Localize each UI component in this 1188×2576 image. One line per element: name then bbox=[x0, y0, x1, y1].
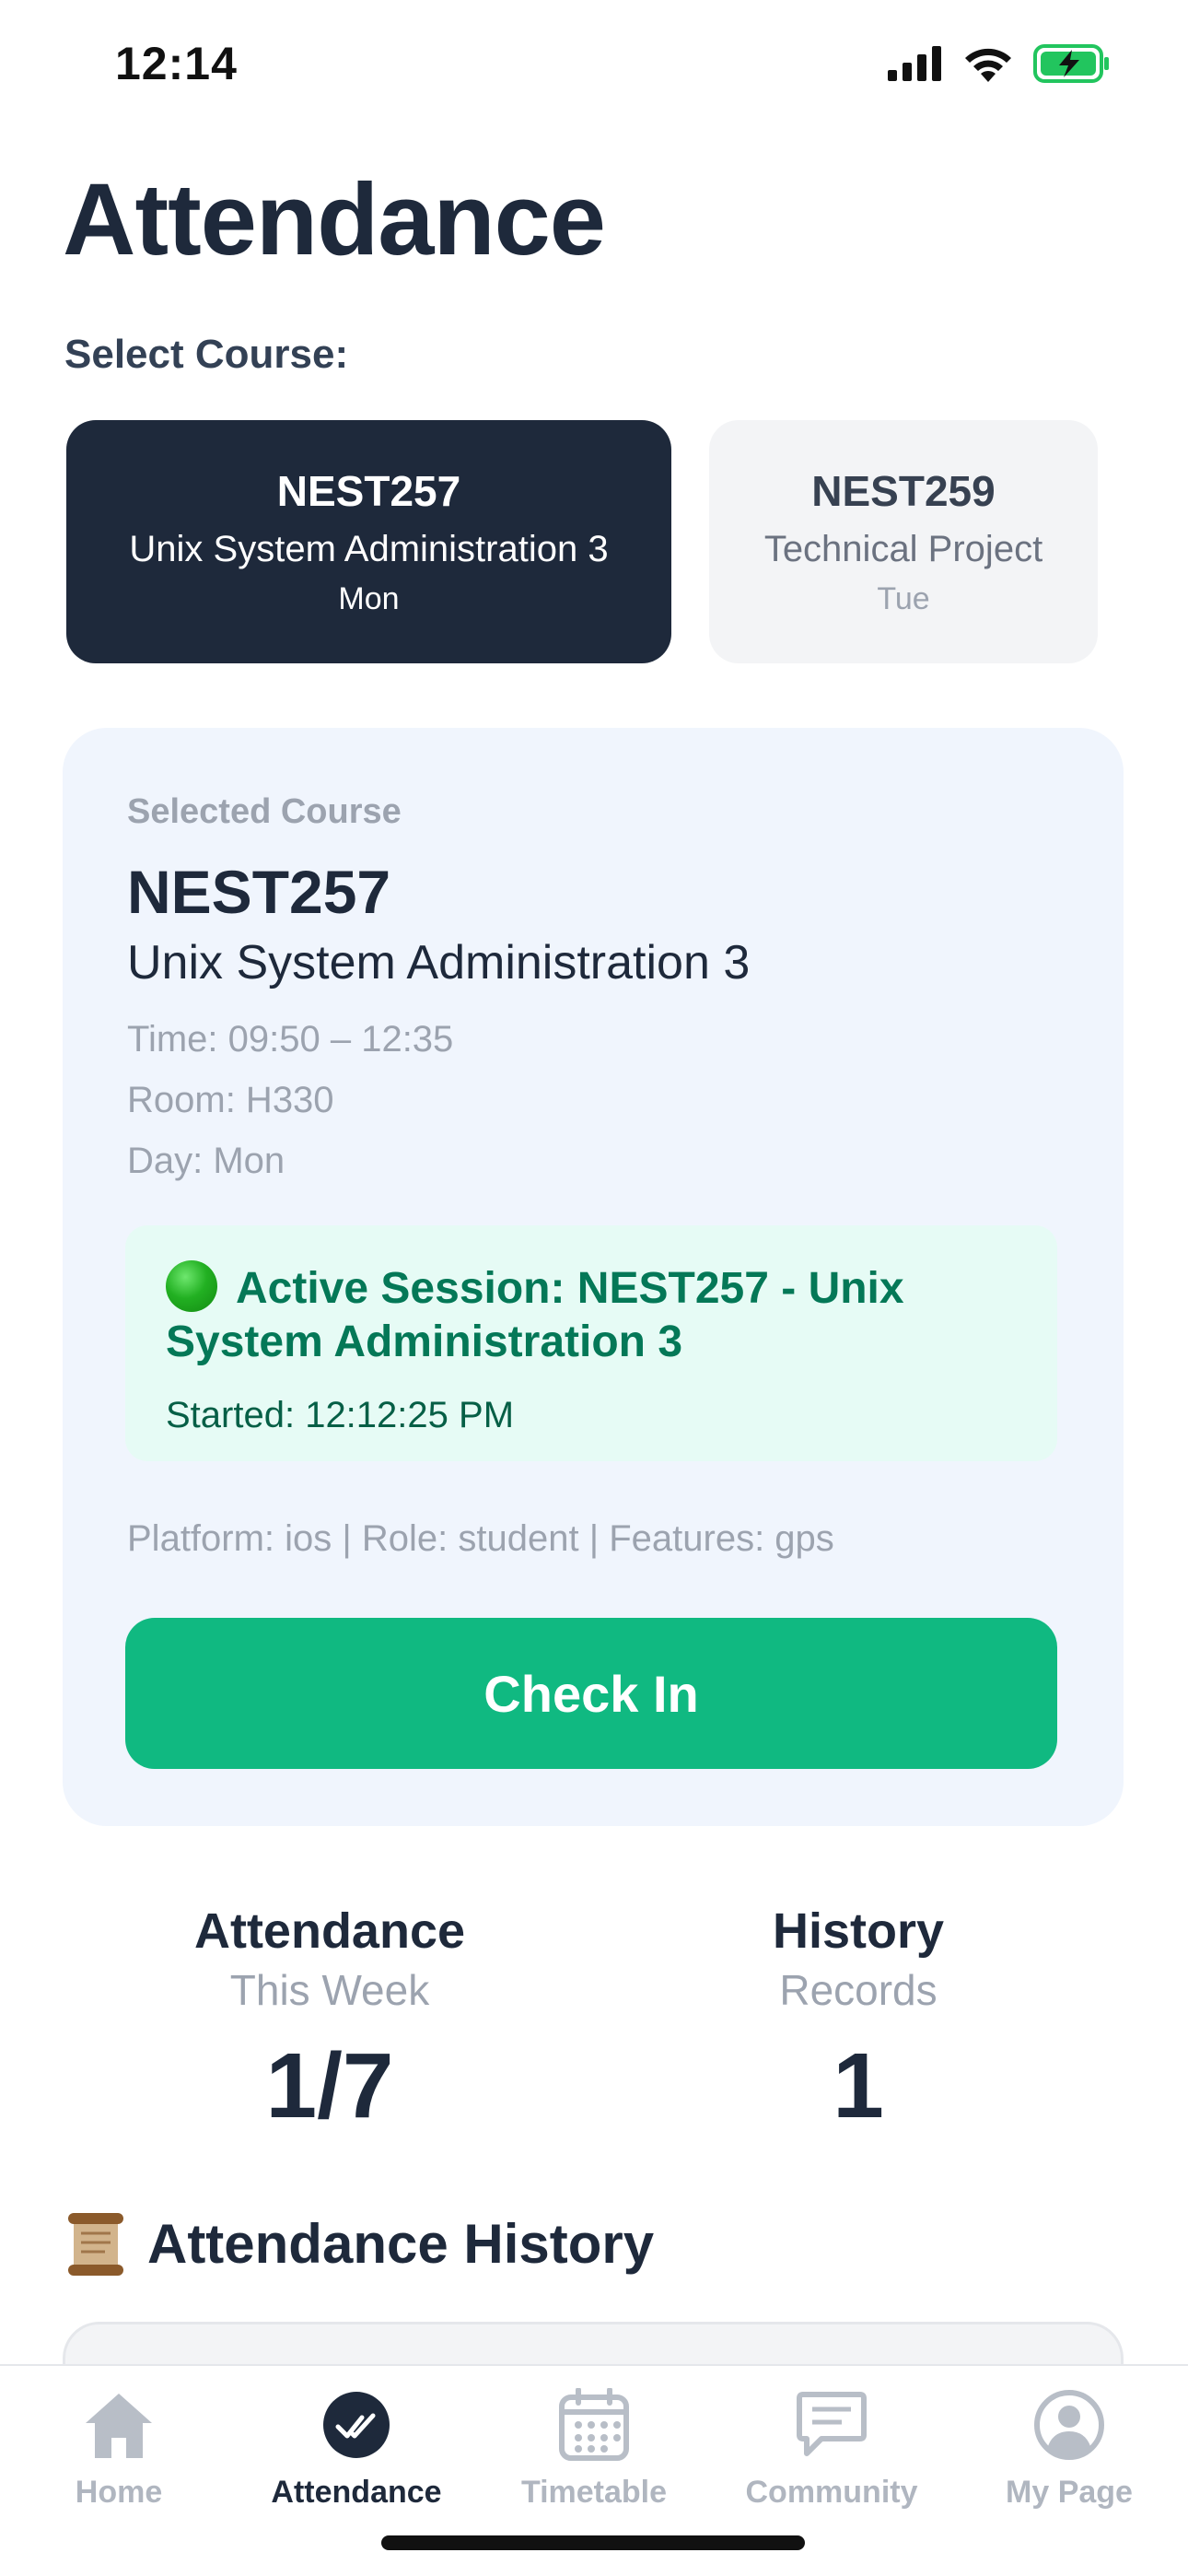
scroll-icon bbox=[64, 2211, 127, 2276]
history-heading-text: Attendance History bbox=[147, 2212, 655, 2275]
tab-label: My Page bbox=[1006, 2475, 1133, 2510]
stat-history-records: History Records 1 bbox=[628, 1903, 1089, 2139]
session-started: Started: 12:12:25 PM bbox=[166, 1395, 515, 1435]
check-in-button[interactable]: Check In bbox=[125, 1618, 1057, 1769]
stat-subtitle: Records bbox=[779, 1966, 938, 2014]
course-day: Mon bbox=[338, 581, 400, 616]
tab-my-page[interactable]: My Page bbox=[950, 2386, 1188, 2511]
status-icons bbox=[888, 44, 1111, 88]
course-name: Unix System Administration 3 bbox=[129, 529, 609, 569]
stat-title: Attendance bbox=[193, 1903, 466, 1959]
select-course-label: Select Course: bbox=[64, 332, 349, 377]
stat-title: History bbox=[772, 1903, 945, 1959]
page-title: Attendance bbox=[63, 163, 606, 276]
chat-icon bbox=[793, 2386, 870, 2464]
course-day-info: Day: Mon bbox=[127, 1141, 285, 1181]
status-bar: 12:14 bbox=[0, 0, 1188, 138]
battery-charging-icon bbox=[1033, 44, 1111, 88]
home-indicator bbox=[381, 2535, 805, 2550]
signal-icon bbox=[888, 46, 943, 86]
attendance-screen: 12:14 Attendance Select Course: NEST257 … bbox=[0, 0, 1188, 2576]
course-day: Tue bbox=[877, 581, 930, 616]
course-card-nest257[interactable]: NEST257 Unix System Administration 3 Mon bbox=[66, 420, 671, 663]
tab-home[interactable]: Home bbox=[0, 2386, 238, 2511]
tab-label: Community bbox=[745, 2475, 918, 2510]
selected-course-code: NEST257 bbox=[127, 858, 391, 926]
selected-course-name: Unix System Administration 3 bbox=[127, 936, 751, 989]
stat-value: 1 bbox=[833, 2034, 884, 2137]
home-icon bbox=[80, 2386, 157, 2464]
course-card-nest259[interactable]: NEST259 Technical Project Tue bbox=[709, 420, 1098, 663]
attendance-history-heading: Attendance History bbox=[64, 2211, 654, 2276]
tab-timetable[interactable]: Timetable bbox=[475, 2386, 713, 2511]
platform-info: Platform: ios | Role: student | Features… bbox=[127, 1518, 834, 1559]
stat-attendance-week: Attendance This Week 1/7 bbox=[99, 1903, 560, 2139]
course-code: NEST259 bbox=[811, 467, 996, 515]
course-name: Technical Project bbox=[763, 529, 1043, 569]
tab-attendance[interactable]: Attendance bbox=[238, 2386, 475, 2511]
active-session-title: Active Session: NEST257 - Unix System Ad… bbox=[166, 1260, 995, 1369]
calendar-icon bbox=[555, 2386, 633, 2464]
active-session-box: Active Session: NEST257 - Unix System Ad… bbox=[125, 1225, 1057, 1461]
selected-course-panel: Selected Course NEST257 Unix System Admi… bbox=[63, 728, 1124, 1826]
selected-course-label: Selected Course bbox=[127, 792, 402, 831]
tab-label: Home bbox=[75, 2475, 163, 2510]
green-circle-icon bbox=[166, 1260, 217, 1312]
stat-value: 1/7 bbox=[265, 2034, 394, 2137]
status-time: 12:14 bbox=[115, 38, 238, 89]
check-circle-icon bbox=[318, 2386, 395, 2464]
course-room: Room: H330 bbox=[127, 1080, 334, 1120]
course-time: Time: 09:50 – 12:35 bbox=[127, 1019, 454, 1060]
user-icon bbox=[1031, 2386, 1108, 2464]
stat-subtitle: This Week bbox=[229, 1966, 430, 2014]
tab-label: Timetable bbox=[520, 2475, 668, 2510]
active-session-text: Active Session: NEST257 - Unix System Ad… bbox=[166, 1264, 904, 1366]
tab-label: Attendance bbox=[271, 2475, 442, 2510]
wifi-icon bbox=[963, 45, 1013, 87]
course-code: NEST257 bbox=[276, 467, 461, 515]
tab-community[interactable]: Community bbox=[713, 2386, 950, 2511]
